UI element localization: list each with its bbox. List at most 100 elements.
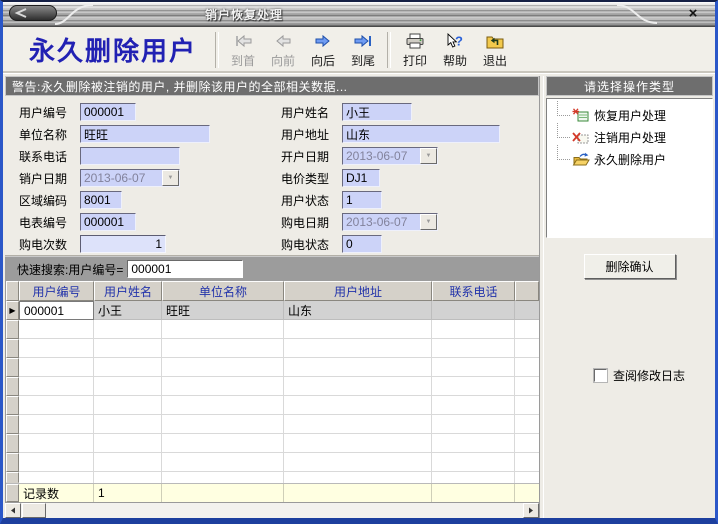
arrow-left-icon bbox=[272, 33, 294, 54]
field-label: 用户姓名 bbox=[281, 104, 342, 121]
titlebar-swoosh-right bbox=[615, 2, 659, 26]
table-row-empty[interactable] bbox=[6, 415, 539, 434]
row-pointer: ▶ bbox=[6, 301, 19, 320]
nav-next-button[interactable]: 向后 bbox=[303, 29, 343, 71]
titlebar-swoosh-left bbox=[55, 2, 95, 26]
arrow-right-icon bbox=[312, 33, 334, 54]
area-code-field[interactable] bbox=[80, 191, 122, 209]
help-label: 帮助 bbox=[443, 55, 467, 67]
field-label: 开户日期 bbox=[281, 148, 342, 165]
go-last-icon bbox=[352, 33, 374, 54]
record-count-label: 记录数 bbox=[19, 484, 94, 502]
table-row-empty[interactable] bbox=[6, 320, 539, 339]
cell-address[interactable]: 山东 bbox=[284, 301, 432, 320]
chevron-down-icon[interactable]: ▼ bbox=[420, 214, 437, 230]
tree-elbow bbox=[557, 101, 570, 116]
operation-tree: 恢复用户处理 注销用户处理 永久删除用户 bbox=[546, 98, 713, 238]
field-label: 电价类型 bbox=[281, 170, 342, 187]
table-row-empty[interactable] bbox=[6, 339, 539, 358]
printer-icon bbox=[405, 33, 425, 54]
table-body: ▶ 000001 小王 旺旺 山东 bbox=[6, 301, 539, 483]
table-row-empty[interactable] bbox=[6, 396, 539, 415]
exit-button[interactable]: 退出 bbox=[475, 29, 515, 71]
user-status-field[interactable] bbox=[342, 191, 382, 209]
form-left-column: 用户编号 单位名称 联系电话 销户日期 2013-06-07 ▼ 区域编码 电表… bbox=[19, 101, 281, 255]
user-table: 用户编号 用户姓名 单位名称 用户地址 联系电话 ▶ 000001 小王 旺旺 … bbox=[5, 281, 539, 502]
scrollbar-thumb[interactable] bbox=[22, 503, 46, 518]
nav-first-button[interactable]: 到首 bbox=[223, 29, 263, 71]
table-row-empty[interactable] bbox=[6, 453, 539, 472]
purchase-status-field[interactable] bbox=[342, 235, 382, 253]
chevron-down-icon[interactable]: ▼ bbox=[162, 170, 179, 186]
field-label: 用户状态 bbox=[281, 192, 342, 209]
column-header[interactable]: 联系电话 bbox=[432, 281, 515, 301]
cell-unit-name[interactable]: 旺旺 bbox=[162, 301, 284, 320]
close-button[interactable]: × bbox=[683, 4, 703, 22]
nav-prev-label: 向前 bbox=[271, 55, 295, 67]
nav-prev-button[interactable]: 向前 bbox=[263, 29, 303, 71]
user-name-field[interactable] bbox=[342, 103, 412, 121]
close-date-value: 2013-06-07 bbox=[81, 170, 162, 186]
table-row[interactable]: ▶ 000001 小王 旺旺 山东 bbox=[6, 301, 539, 320]
user-detail-form: 用户编号 单位名称 联系电话 销户日期 2013-06-07 ▼ 区域编码 电表… bbox=[5, 96, 539, 256]
column-header[interactable]: 用户地址 bbox=[284, 281, 432, 301]
operation-panel: 请选择操作类型 恢复用户处理 注销用户处理 bbox=[544, 74, 715, 518]
record-count-row: 记录数 1 bbox=[6, 483, 539, 502]
cancel-user-icon bbox=[572, 130, 590, 145]
user-id-field[interactable] bbox=[80, 103, 136, 121]
column-header[interactable]: 单位名称 bbox=[162, 281, 284, 301]
field-label: 购电日期 bbox=[281, 214, 342, 231]
price-type-field[interactable] bbox=[342, 169, 380, 187]
table-header-row: 用户编号 用户姓名 单位名称 用户地址 联系电话 bbox=[6, 281, 539, 301]
svg-text:?: ? bbox=[455, 34, 463, 49]
close-date-combo[interactable]: 2013-06-07 ▼ bbox=[80, 169, 180, 187]
titlebar[interactable]: 销户恢复处理 × bbox=[3, 2, 715, 27]
help-button[interactable]: ? 帮助 bbox=[435, 29, 475, 71]
column-header[interactable]: 用户姓名 bbox=[94, 281, 162, 301]
delete-user-folder-icon bbox=[572, 152, 590, 167]
phone-field[interactable] bbox=[80, 147, 180, 165]
scroll-left-icon bbox=[10, 507, 16, 514]
cell-user-id[interactable]: 000001 bbox=[19, 301, 94, 320]
quick-search-label: 快速搜索:用户编号= bbox=[17, 261, 123, 278]
purchase-date-combo[interactable]: 2013-06-07 ▼ bbox=[342, 213, 438, 231]
nav-last-button[interactable]: 到尾 bbox=[343, 29, 383, 71]
table-row-empty[interactable] bbox=[6, 358, 539, 377]
field-label: 用户编号 bbox=[19, 104, 80, 121]
delete-confirm-button[interactable]: 删除确认 bbox=[584, 254, 676, 279]
scroll-left-button[interactable] bbox=[5, 503, 21, 518]
view-log-label: 查阅修改日志 bbox=[613, 367, 685, 384]
chevron-down-icon[interactable]: ▼ bbox=[420, 148, 437, 164]
tree-item-label: 注销用户处理 bbox=[594, 129, 666, 146]
unit-name-field[interactable] bbox=[80, 125, 210, 143]
scroll-right-button[interactable] bbox=[523, 503, 539, 518]
search-input[interactable] bbox=[127, 260, 243, 278]
cell-user-name[interactable]: 小王 bbox=[94, 301, 162, 320]
tree-item-restore-user[interactable]: 恢复用户处理 bbox=[555, 104, 712, 126]
table-row-empty[interactable] bbox=[6, 377, 539, 396]
exit-folder-icon bbox=[485, 33, 505, 54]
row-pointer-icon: ▶ bbox=[9, 306, 15, 315]
table-row-empty[interactable] bbox=[6, 434, 539, 453]
tree-elbow bbox=[557, 145, 570, 160]
field-label: 区域编码 bbox=[19, 192, 80, 209]
record-section: 警告:永久删除被注销的用户, 并删除该用户的全部相关数据... 用户编号 单位名… bbox=[3, 74, 539, 518]
help-cursor-icon: ? bbox=[444, 33, 466, 54]
record-count-value: 1 bbox=[94, 484, 162, 502]
open-date-combo[interactable]: 2013-06-07 ▼ bbox=[342, 147, 438, 165]
view-log-option[interactable]: 查阅修改日志 bbox=[594, 367, 713, 384]
field-label: 购电状态 bbox=[281, 236, 342, 253]
toolbar: 永久删除用户 到首 向前 向后 到尾 bbox=[3, 27, 715, 74]
form-right-column: 用户姓名 用户地址 开户日期 2013-06-07 ▼ 电价类型 用户状态 购电… bbox=[281, 101, 539, 255]
user-address-field[interactable] bbox=[342, 125, 500, 143]
purchase-count-field[interactable] bbox=[80, 235, 166, 253]
print-button[interactable]: 打印 bbox=[395, 29, 435, 71]
horizontal-scrollbar[interactable] bbox=[5, 502, 539, 518]
tree-item-delete-user[interactable]: 永久删除用户 bbox=[555, 148, 712, 170]
meter-id-field[interactable] bbox=[80, 213, 136, 231]
tree-item-cancel-user[interactable]: 注销用户处理 bbox=[555, 126, 712, 148]
view-log-checkbox[interactable] bbox=[594, 369, 607, 382]
cell-phone[interactable] bbox=[432, 301, 515, 320]
field-label: 用户地址 bbox=[281, 126, 342, 143]
column-header[interactable]: 用户编号 bbox=[19, 281, 94, 301]
